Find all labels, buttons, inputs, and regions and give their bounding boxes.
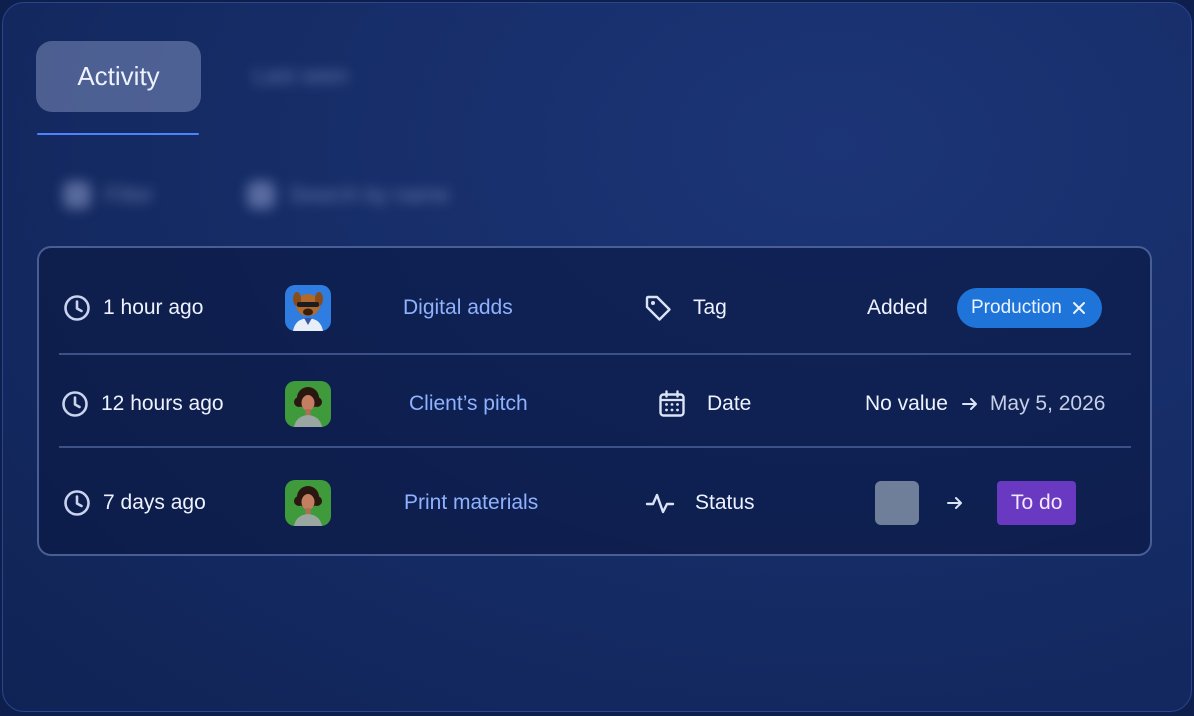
- action-label: Added: [867, 296, 928, 319]
- status-badge[interactable]: To do: [997, 481, 1077, 525]
- new-value: May 5, 2026: [989, 392, 1106, 415]
- calendar-icon: [659, 390, 685, 417]
- avatar-cell: [285, 356, 331, 452]
- person-avatar: [285, 381, 331, 427]
- arrow-right-icon: [961, 398, 977, 410]
- activity-row[interactable]: 12 hours ago Client’s pitch Date No valu…: [39, 356, 1150, 452]
- item-name[interactable]: Print materials: [404, 491, 538, 515]
- filter-button[interactable]: Filter: [63, 175, 154, 215]
- old-status-swatch: [875, 481, 919, 525]
- row-divider: [59, 446, 1131, 448]
- item-link[interactable]: Print materials: [404, 455, 538, 551]
- avatar-cell: [285, 455, 331, 551]
- tab-active-indicator: [37, 133, 199, 135]
- chip-cell: Production: [957, 260, 1102, 356]
- time-label: 12 hours ago: [101, 392, 224, 415]
- activity-time: 1 hour ago: [63, 260, 203, 356]
- field-cell: Status: [645, 455, 755, 551]
- dog-avatar: [285, 285, 331, 331]
- item-name[interactable]: Client’s pitch: [409, 392, 528, 416]
- old-value: No value: [865, 392, 948, 415]
- activity-row[interactable]: 7 days ago Print materials Status To do: [39, 455, 1150, 551]
- clock-icon: [64, 295, 90, 321]
- search-icon: [247, 181, 275, 209]
- clock-icon: [64, 490, 90, 516]
- avatar-cell: [285, 260, 331, 356]
- time-label: 7 days ago: [103, 491, 206, 514]
- activity-panel: Activity Last seen Filter Search by name…: [2, 2, 1192, 712]
- tab-activity[interactable]: Activity: [36, 41, 201, 112]
- time-label: 1 hour ago: [103, 296, 204, 319]
- field-name: Date: [707, 392, 752, 415]
- change-cell: Added: [867, 260, 928, 356]
- tab-last-seen[interactable]: Last seen: [253, 63, 373, 91]
- activity-icon: [645, 493, 675, 514]
- person-avatar: [285, 480, 331, 526]
- filter-icon: [63, 181, 91, 209]
- filter-label: Filter: [105, 182, 154, 207]
- change-cell: No value May 5, 2026: [865, 356, 1105, 452]
- close-icon[interactable]: [1072, 301, 1086, 315]
- tag-chip[interactable]: Production: [957, 288, 1102, 328]
- activity-time: 7 days ago: [63, 455, 206, 551]
- row-divider: [59, 353, 1131, 355]
- tag-icon: [645, 295, 671, 321]
- field-name: Status: [695, 491, 755, 514]
- item-link[interactable]: Client’s pitch: [409, 356, 528, 452]
- search-input[interactable]: Search by name: [247, 175, 449, 215]
- arrow-right-icon: [947, 497, 962, 509]
- item-name[interactable]: Digital adds: [403, 296, 513, 320]
- activity-list: 1 hour ago Digital adds Tag Added Produc…: [37, 246, 1152, 556]
- activity-row[interactable]: 1 hour ago Digital adds Tag Added Produc…: [39, 260, 1150, 356]
- field-name: Tag: [693, 296, 727, 319]
- tag-chip-label: Production: [971, 297, 1062, 318]
- item-link[interactable]: Digital adds: [403, 260, 513, 356]
- search-placeholder: Search by name: [289, 182, 450, 207]
- change-cell: To do: [875, 455, 1077, 551]
- activity-time: 12 hours ago: [61, 356, 224, 452]
- clock-icon: [62, 391, 88, 417]
- field-cell: Date: [657, 356, 751, 452]
- field-cell: Tag: [643, 260, 727, 356]
